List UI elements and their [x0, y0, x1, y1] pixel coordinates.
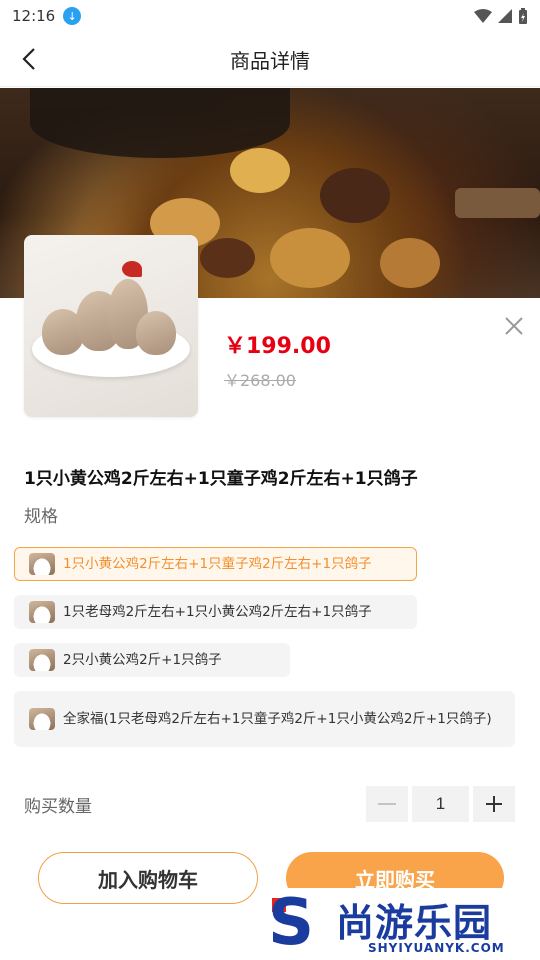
option-thumbnail — [29, 708, 55, 730]
battery-icon — [519, 8, 527, 24]
chevron-left-icon — [22, 48, 35, 70]
spec-option-label: 2只小黄公鸡2斤+1只鸽子 — [63, 652, 222, 668]
add-to-cart-button[interactable]: 加入购物车 — [38, 852, 258, 904]
watermark-s-letter: S — [268, 886, 315, 960]
spec-option-label: 1只老母鸡2斤左右+1只小黄公鸡2斤左右+1只鸽子 — [63, 604, 372, 620]
signal-icon — [498, 9, 512, 23]
spec-option-label: 1只小黄公鸡2斤左右+1只童子鸡2斤左右+1只鸽子 — [63, 556, 372, 572]
plus-icon — [486, 796, 502, 812]
download-icon: ↓ — [63, 7, 82, 25]
close-button[interactable] — [500, 312, 528, 340]
original-price: ￥268.00 — [224, 371, 296, 390]
increase-quantity-button[interactable] — [473, 786, 515, 822]
product-title: 1只小黄公鸡2斤左右+1只童子鸡2斤左右+1只鸽子 — [24, 469, 418, 489]
spec-option[interactable]: 2只小黄公鸡2斤+1只鸽子 — [14, 643, 290, 677]
close-icon — [505, 317, 523, 335]
spec-option[interactable]: 1只老母鸡2斤左右+1只小黄公鸡2斤左右+1只鸽子 — [14, 595, 417, 629]
quantity-label: 购买数量 — [24, 797, 92, 817]
spec-option-label: 全家福(1只老母鸡2斤左右+1只童子鸡2斤+1只小黄公鸡2斤+1只鸽子) — [63, 711, 492, 727]
status-time: 12:16 — [12, 7, 56, 25]
product-thumbnail — [24, 235, 198, 417]
watermark-en-text: SHYIYUANYK.COM — [368, 941, 505, 955]
page-title: 商品详情 — [230, 48, 310, 73]
option-thumbnail — [29, 649, 55, 671]
decrease-quantity-button[interactable] — [366, 786, 408, 822]
minus-icon — [378, 803, 396, 805]
quantity-input[interactable] — [412, 786, 469, 822]
wifi-icon — [474, 9, 492, 23]
status-icons — [474, 8, 528, 24]
status-bar: 12:16 ↓ — [0, 0, 540, 32]
spec-option[interactable]: 1只小黄公鸡2斤左右+1只童子鸡2斤左右+1只鸽子 — [14, 547, 417, 581]
nav-bar: 商品详情 — [0, 32, 540, 87]
option-thumbnail — [29, 553, 55, 575]
option-thumbnail — [29, 601, 55, 623]
back-button[interactable] — [14, 44, 44, 74]
watermark-cn-text: 尚游乐园 — [336, 901, 493, 945]
current-price: ￥199.00 — [224, 334, 331, 359]
spec-option[interactable]: 全家福(1只老母鸡2斤左右+1只童子鸡2斤+1只小黄公鸡2斤+1只鸽子) — [14, 691, 515, 747]
spec-label: 规格 — [24, 507, 58, 527]
